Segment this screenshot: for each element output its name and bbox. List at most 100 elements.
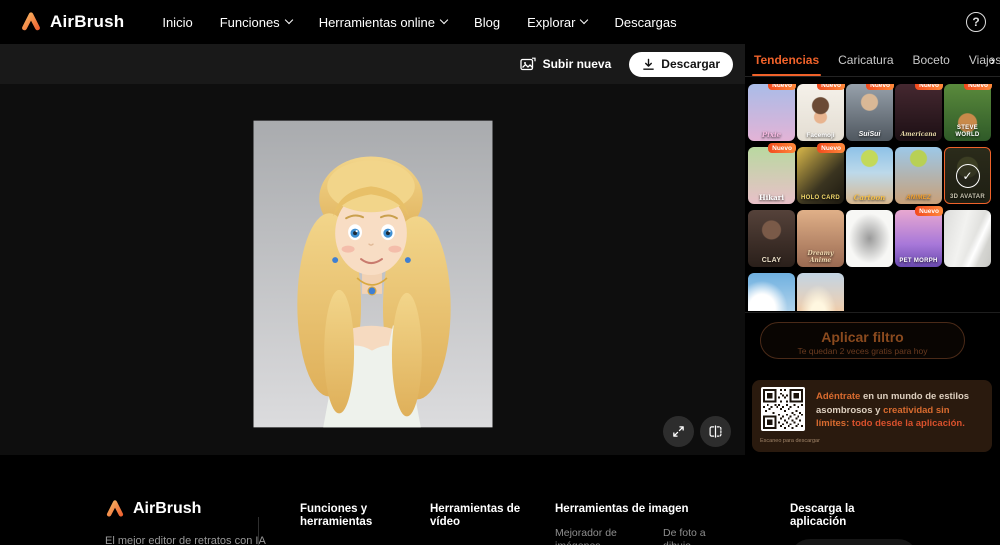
- footer-link-foto-dibujo[interactable]: De foto a dibujo: [663, 527, 735, 545]
- fullscreen-button[interactable]: [663, 416, 694, 447]
- nav-item-descargas[interactable]: Descargas: [614, 15, 676, 30]
- chevron-down-icon: [439, 15, 449, 25]
- editor-area: Subir nueva Descargar: [0, 44, 745, 455]
- nuevo-badge: Nuevo: [817, 84, 845, 90]
- filter-thumb-pixie[interactable]: Nuevo Pixie: [748, 84, 796, 141]
- edited-portrait-image[interactable]: [253, 120, 492, 428]
- filter-thumb-suisui[interactable]: Nuevo SuiSui: [846, 84, 894, 141]
- tab-boceto[interactable]: Boceto: [913, 44, 950, 76]
- footer-col-title: Descarga la aplicación: [790, 503, 855, 528]
- main-nav: Inicio Funciones Herramientas online Blo…: [162, 15, 676, 30]
- filter-label: Americana: [900, 131, 937, 139]
- qr-block: Escaneo para descargar: [760, 387, 820, 444]
- grid-divider: [745, 312, 1000, 313]
- brand-name: AirBrush: [133, 500, 202, 517]
- footer-divider: [258, 517, 259, 545]
- chevron-down-icon: [284, 15, 293, 25]
- selected-check-icon: ✓: [955, 163, 980, 188]
- filter-thumb-dreamy-anime[interactable]: Dreamy Anime: [797, 210, 844, 267]
- nav-item-blog[interactable]: Blog: [474, 15, 500, 30]
- download-button[interactable]: Descargar: [629, 51, 733, 77]
- footer-col-funciones: Funciones y herramientas Retoque con IA: [300, 503, 395, 545]
- filter-thumb-pet-morph[interactable]: Nuevo Pet Morph: [895, 206, 943, 267]
- apply-filter-label: Aplicar filtro: [821, 329, 904, 345]
- airbrush-logo-icon: [106, 500, 124, 517]
- filter-label: Animez: [906, 195, 931, 202]
- chevron-down-icon: [580, 15, 589, 25]
- apply-filter-button[interactable]: Aplicar filtro Te quedan 2 veces gratis …: [760, 322, 965, 359]
- nuevo-badge: Nuevo: [866, 84, 894, 90]
- nuevo-badge: Nuevo: [768, 84, 796, 90]
- filter-thumb-hikari[interactable]: Nuevo Hikari: [748, 143, 796, 204]
- filter-thumb-sunset[interactable]: [797, 273, 844, 311]
- filter-label: Pixie: [761, 129, 782, 139]
- nav-item-inicio[interactable]: Inicio: [162, 15, 192, 30]
- filter-label: Cartoon: [853, 192, 886, 202]
- app-store-button[interactable]: [790, 539, 918, 545]
- filter-thumb-cartoon[interactable]: Cartoon: [846, 147, 893, 204]
- brand-name: AirBrush: [50, 12, 125, 31]
- filter-label: 3D Avatar: [949, 194, 986, 201]
- footer-col-imagen: Herramientas de imagen Mejorador de imág…: [555, 503, 775, 545]
- app-promo-card: Escaneo para descargar Adéntrate en un m…: [752, 380, 992, 452]
- tab-tendencias[interactable]: Tendencias: [751, 44, 822, 76]
- footer-col-title: Herramientas de imagen: [555, 503, 689, 515]
- filter-thumb-americana[interactable]: Nuevo Americana: [895, 84, 943, 141]
- tab-caricatura[interactable]: Caricatura: [838, 44, 893, 76]
- compare-button[interactable]: [700, 416, 731, 447]
- qr-code: [761, 387, 805, 431]
- footer-logo[interactable]: AirBrush: [105, 499, 201, 519]
- editor-toolbar: Subir nueva Descargar: [0, 44, 745, 84]
- filter-thumb-sketch[interactable]: [846, 210, 893, 267]
- nuevo-badge: Nuevo: [915, 84, 943, 90]
- main-area: Subir nueva Descargar Tendencias Caricat…: [0, 44, 1000, 455]
- expand-icon: [673, 426, 684, 437]
- filter-thumb-facemoji[interactable]: Nuevo Facemoji: [797, 84, 845, 141]
- qr-caption: Escaneo para descargar: [760, 438, 820, 444]
- page-footer: AirBrush El mejor editor de retratos con…: [0, 455, 1000, 545]
- filter-thumb-animez[interactable]: Animez: [895, 147, 942, 204]
- filter-label: Hikari: [758, 192, 784, 202]
- footer-col-title: Herramientas de vídeo: [430, 503, 521, 528]
- canvas-actions: [663, 416, 731, 447]
- filter-label: Dreamy Anime: [807, 250, 834, 265]
- nav-item-funciones[interactable]: Funciones: [220, 15, 293, 30]
- apply-filter-subtitle: Te quedan 2 veces gratis para hoy: [797, 346, 928, 356]
- compare-before-after-icon: [709, 425, 722, 438]
- footer-link-mejorador[interactable]: Mejorador de imágenes: [555, 527, 627, 545]
- airbrush-logo[interactable]: AirBrush: [20, 11, 124, 33]
- filter-thumb-sky[interactable]: [748, 273, 795, 311]
- footer-col-video: Herramientas de vídeo AI Video Enhancer: [430, 503, 530, 545]
- filter-label: Steve World: [955, 125, 980, 139]
- airbrush-logo-icon: [22, 12, 40, 31]
- nuevo-badge: Nuevo: [768, 143, 796, 153]
- filter-thumb-holo-card[interactable]: Nuevo Holo Card: [797, 143, 845, 204]
- download-icon: [643, 58, 655, 70]
- filter-label: Pet Morph: [899, 258, 938, 265]
- nav-item-explorar[interactable]: Explorar: [527, 15, 589, 30]
- image-canvas: [0, 84, 745, 455]
- nav-item-herramientas-online[interactable]: Herramientas online: [319, 15, 449, 30]
- upload-new-button[interactable]: Subir nueva: [519, 57, 611, 72]
- filter-thumb-clay[interactable]: Clay: [748, 210, 795, 267]
- filter-thumb-light-blank[interactable]: [944, 210, 991, 267]
- nuevo-badge: Nuevo: [915, 206, 943, 216]
- tab-viajes[interactable]: Viajes: [969, 44, 1000, 76]
- nuevo-badge: Nuevo: [817, 143, 845, 153]
- filters-grid: Nuevo Pixie Nuevo Facemoji Nuevo SuiSui Nuevo A…: [748, 84, 994, 311]
- filter-label: Facemoji: [806, 131, 835, 139]
- footer-col-descarga-app: Descarga la aplicación: [790, 503, 918, 545]
- filters-sidebar: Tendencias Caricatura Boceto Viajes › Nu…: [745, 44, 1000, 455]
- upload-image-icon: [519, 57, 536, 70]
- filter-thumb-avatar-3d[interactable]: 3D Avatar ✓: [944, 147, 991, 204]
- filter-category-tabs: Tendencias Caricatura Boceto Viajes ›: [745, 44, 1000, 77]
- footer-col-title: Funciones y herramientas: [300, 503, 373, 528]
- filter-label: Holo Card: [800, 195, 841, 202]
- filter-label: Clay: [761, 256, 782, 264]
- footer-tagline: El mejor editor de retratos con IA: [105, 535, 266, 545]
- filter-thumb-steve-world[interactable]: Nuevo Steve World: [944, 84, 992, 141]
- tabs-scroll-right-icon[interactable]: ›: [990, 44, 995, 76]
- nuevo-badge: Nuevo: [964, 84, 992, 90]
- top-nav-bar: AirBrush Inicio Funciones Herramientas o…: [0, 0, 1000, 44]
- help-icon[interactable]: ?: [966, 12, 986, 32]
